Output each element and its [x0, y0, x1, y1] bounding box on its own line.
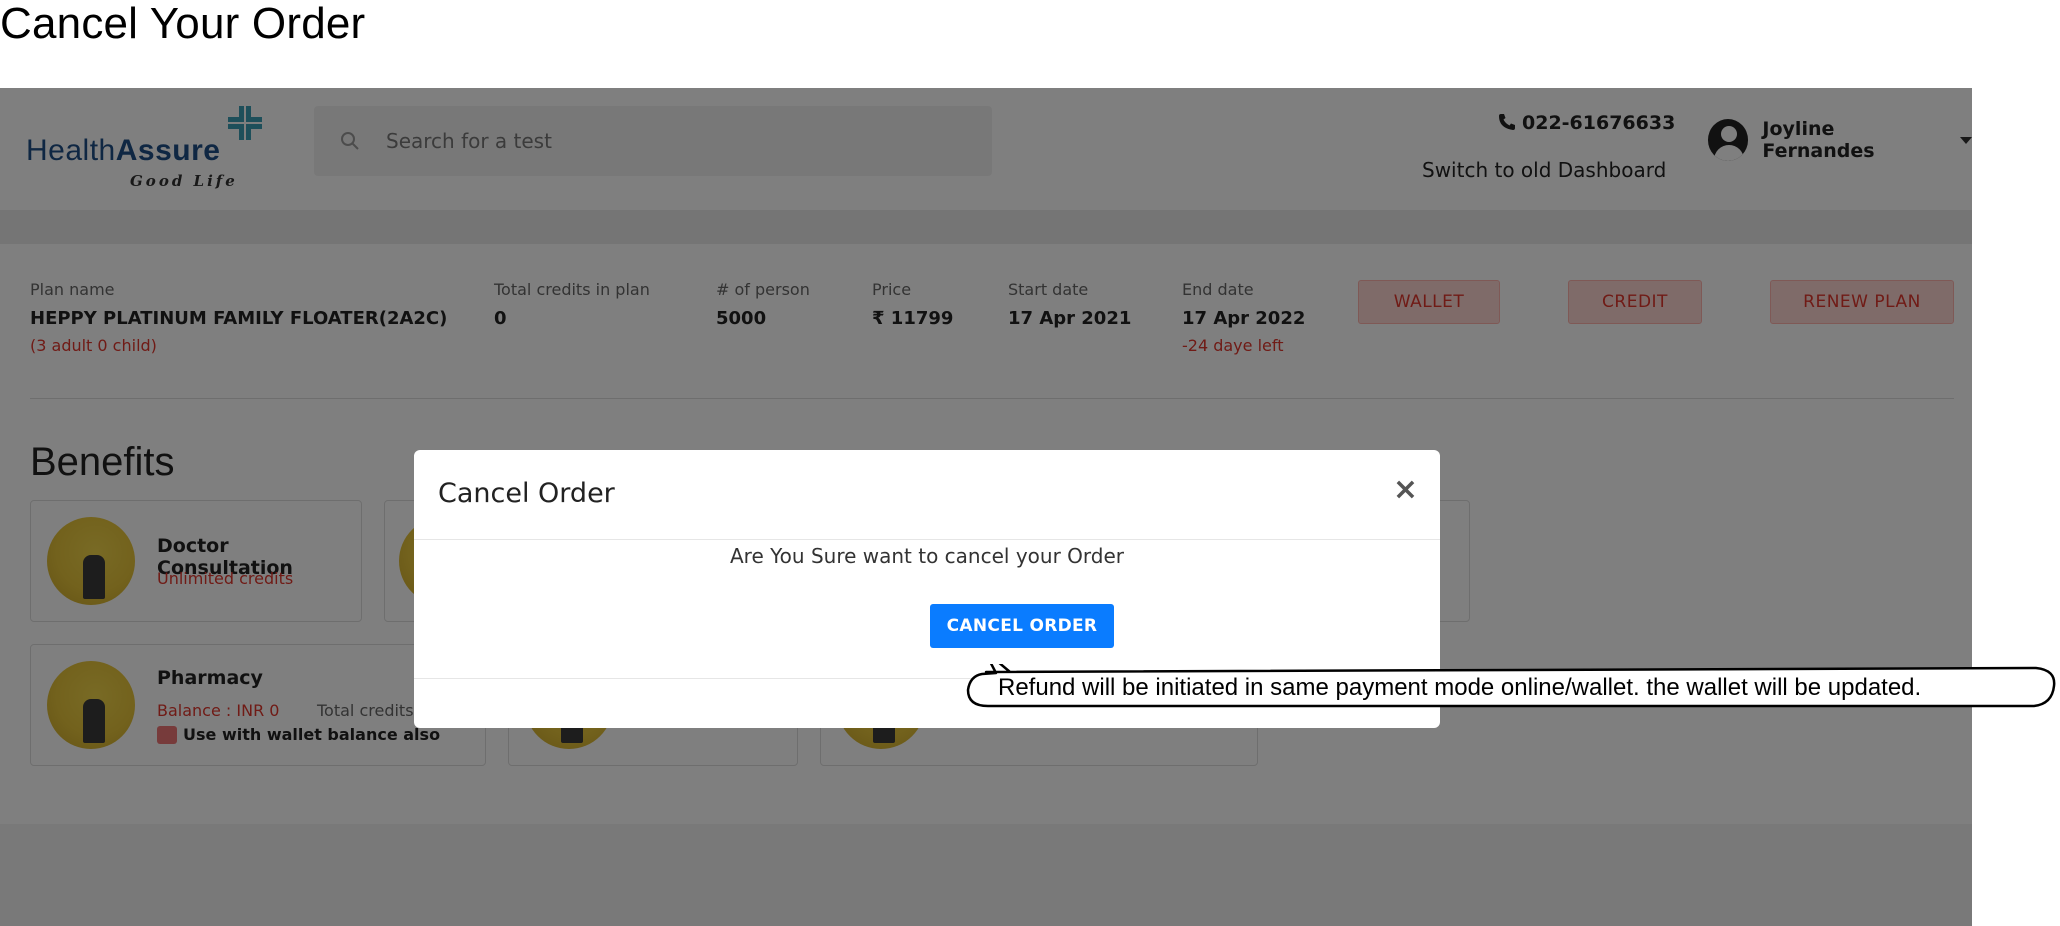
page-heading: Cancel Your Order [0, 0, 366, 48]
refund-callout: Refund will be initiated in same payment… [966, 664, 2058, 712]
modal-message: Are You Sure want to cancel your Order [729, 544, 1124, 568]
callout-text: Refund will be initiated in same payment… [998, 674, 1922, 701]
close-icon[interactable]: × [1393, 472, 1418, 507]
cancel-order-button[interactable]: CANCEL ORDER [930, 604, 1114, 648]
modal-header: Cancel Order × [414, 450, 1440, 540]
modal-title: Cancel Order [438, 478, 615, 509]
